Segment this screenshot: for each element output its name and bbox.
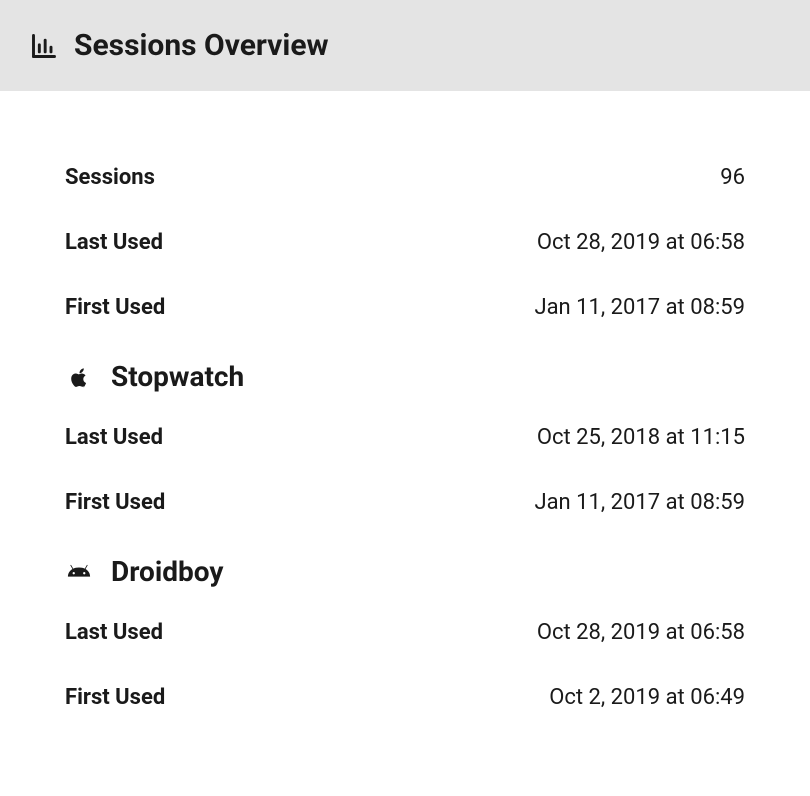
stat-label: First Used bbox=[65, 490, 165, 515]
panel-title: Sessions Overview bbox=[74, 28, 329, 63]
stat-row-last-used: Last Used Oct 25, 2018 at 11:15 bbox=[65, 405, 745, 470]
stat-row-first-used: First Used Jan 11, 2017 at 08:59 bbox=[65, 275, 745, 340]
stat-value: Jan 11, 2017 at 08:59 bbox=[534, 295, 745, 320]
stat-label: First Used bbox=[65, 295, 165, 320]
stat-label: Last Used bbox=[65, 230, 163, 255]
app-header-droidboy: Droidboy bbox=[65, 535, 745, 600]
app-header-stopwatch: Stopwatch bbox=[65, 340, 745, 405]
stat-row-last-used: Last Used Oct 28, 2019 at 06:58 bbox=[65, 600, 745, 665]
stat-row-first-used: First Used Oct 2, 2019 at 06:49 bbox=[65, 665, 745, 730]
panel-header: Sessions Overview bbox=[0, 0, 810, 91]
app-name: Droidboy bbox=[111, 555, 223, 588]
apple-icon bbox=[65, 363, 93, 391]
stat-label: First Used bbox=[65, 685, 165, 710]
stat-label: Last Used bbox=[65, 620, 163, 645]
stat-value: Oct 25, 2018 at 11:15 bbox=[537, 425, 745, 450]
stat-label: Sessions bbox=[65, 165, 155, 190]
stat-label: Last Used bbox=[65, 425, 163, 450]
stat-value: Oct 28, 2019 at 06:58 bbox=[537, 230, 745, 255]
stat-value: Oct 28, 2019 at 06:58 bbox=[537, 620, 745, 645]
stat-value: 96 bbox=[720, 165, 745, 190]
stat-value: Oct 2, 2019 at 06:49 bbox=[549, 685, 745, 710]
android-icon bbox=[65, 558, 93, 586]
stat-row-first-used: First Used Jan 11, 2017 at 08:59 bbox=[65, 470, 745, 535]
app-name: Stopwatch bbox=[111, 360, 244, 393]
stat-value: Jan 11, 2017 at 08:59 bbox=[534, 490, 745, 515]
bar-chart-icon bbox=[30, 32, 58, 60]
content-scroll-area[interactable]: Sessions 96 Last Used Oct 28, 2019 at 06… bbox=[0, 91, 810, 787]
stat-row-last-used: Last Used Oct 28, 2019 at 06:58 bbox=[65, 210, 745, 275]
stat-row-sessions: Sessions 96 bbox=[65, 145, 745, 210]
